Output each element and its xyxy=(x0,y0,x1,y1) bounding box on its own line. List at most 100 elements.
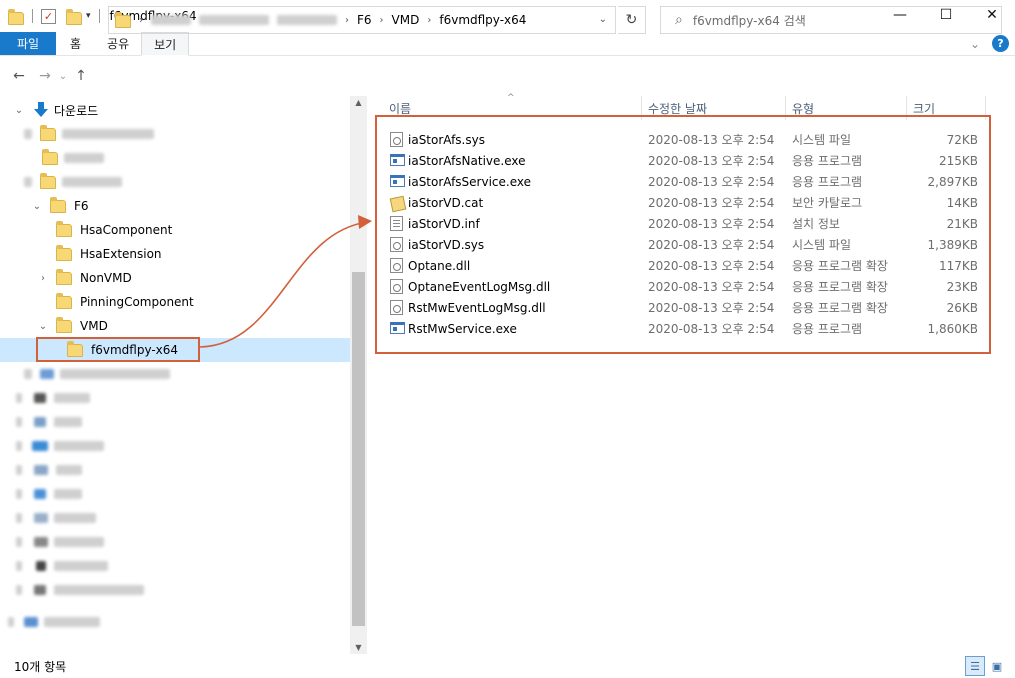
refresh-button[interactable]: ↻ xyxy=(618,6,646,34)
details-view-icon[interactable]: ☰ xyxy=(965,656,985,676)
blurred-chevron xyxy=(24,177,32,187)
address-bar[interactable]: › › F6 › VMD › f6vmdflpy-x64 ⌄ xyxy=(108,6,616,34)
search-placeholder: f6vmdflpy-x64 검색 xyxy=(692,13,806,28)
blurred-chevron xyxy=(16,513,22,523)
navigation-pane: ⌄ 다운로드 ⌄ F6 HsaComponent HsaExtension › … xyxy=(0,96,350,654)
search-input[interactable]: ⌕ f6vmdflpy-x64 검색 xyxy=(660,6,1002,34)
breadcrumb-f6[interactable]: F6 xyxy=(357,13,372,27)
item-count: 10개 항목 xyxy=(14,659,67,674)
blurred-label xyxy=(54,393,90,403)
breadcrumb-current[interactable]: f6vmdflpy-x64 xyxy=(439,13,526,27)
folder-icon xyxy=(42,148,58,165)
tree-item-vmd[interactable]: ⌄ VMD xyxy=(0,314,350,338)
chevron-down-icon[interactable]: ⌄ xyxy=(599,14,607,25)
scroll-up-icon[interactable]: ▲ xyxy=(350,98,367,107)
quick-access-toolbar: ✓ ▾ xyxy=(0,8,104,25)
tree-item-blurred[interactable] xyxy=(0,434,350,458)
chevron-down-icon[interactable]: ⌄ xyxy=(30,201,44,212)
blurred-crumb xyxy=(277,15,337,25)
blurred-crumb xyxy=(199,15,269,25)
folder-icon xyxy=(8,8,24,25)
search-icon: ⌕ xyxy=(675,12,683,28)
tree-item-blurred[interactable] xyxy=(0,458,350,482)
tree-item-blurred[interactable] xyxy=(0,578,350,602)
blurred-icon xyxy=(34,393,46,403)
recent-locations-button[interactable]: ⌄ xyxy=(56,71,70,82)
breadcrumb-separator[interactable]: › xyxy=(427,15,431,26)
navigation-bar: ← → ⌄ ↑ xyxy=(0,56,1015,96)
blurred-icon xyxy=(36,561,46,571)
tree-item-blurred[interactable] xyxy=(0,410,350,434)
blurred-label xyxy=(54,489,82,499)
forward-button[interactable]: → xyxy=(34,68,56,84)
tree-item-blurred[interactable] xyxy=(0,386,350,410)
tree-item-blurred[interactable] xyxy=(0,362,350,386)
tab-share[interactable]: 공유 xyxy=(95,32,141,55)
back-button[interactable]: ← xyxy=(8,68,30,84)
blurred-icon xyxy=(34,417,46,427)
blurred-chevron xyxy=(16,465,22,475)
blurred-chevron xyxy=(24,369,32,379)
folder-icon xyxy=(56,268,72,285)
tree-item-pinningcomponent[interactable]: PinningComponent xyxy=(0,290,350,314)
tree-label: HsaExtension xyxy=(80,247,162,261)
blurred-label xyxy=(54,513,96,523)
tab-view[interactable]: 보기 xyxy=(141,32,190,56)
blurred-label xyxy=(54,417,82,427)
folder-icon xyxy=(56,244,72,261)
tree-label: HsaComponent xyxy=(80,223,173,237)
blurred-icon xyxy=(24,617,38,627)
navigation-scrollbar[interactable]: ▲ ▼ xyxy=(350,96,367,654)
blurred-label xyxy=(64,153,104,163)
chevron-down-icon[interactable]: ⌄ xyxy=(12,105,26,116)
blurred-icon xyxy=(34,537,48,547)
chevron-right-icon[interactable]: › xyxy=(36,273,50,284)
folder-icon xyxy=(40,124,56,141)
chevron-down-icon[interactable]: ⌄ xyxy=(36,321,50,332)
tree-item-f6[interactable]: ⌄ F6 xyxy=(0,194,350,218)
tab-file[interactable]: 파일 xyxy=(0,32,56,55)
tree-label: PinningComponent xyxy=(80,295,194,309)
properties-icon[interactable]: ✓ xyxy=(41,8,56,24)
blurred-label xyxy=(54,441,104,451)
tree-item-blurred[interactable] xyxy=(0,170,350,194)
breadcrumb-vmd[interactable]: VMD xyxy=(392,13,420,27)
blurred-label xyxy=(56,465,82,475)
customize-quick-access-icon[interactable]: ▾ xyxy=(86,11,91,21)
tree-item-blurred[interactable] xyxy=(0,482,350,506)
blurred-icon xyxy=(34,465,48,475)
large-icons-view-icon[interactable]: ▣ xyxy=(987,656,1007,676)
tree-item-blurred[interactable] xyxy=(0,146,350,170)
annotation-box-folder xyxy=(36,337,200,362)
tab-home[interactable]: 홈 xyxy=(56,32,95,55)
blurred-icon xyxy=(32,441,48,451)
blurred-chevron xyxy=(16,441,22,451)
tree-item-hsacomponent[interactable]: HsaComponent xyxy=(0,218,350,242)
folder-icon xyxy=(56,316,72,333)
tree-item-blurred[interactable] xyxy=(0,554,350,578)
tree-item-blurred[interactable] xyxy=(0,122,350,146)
help-icon[interactable]: ? xyxy=(992,35,1009,52)
blurred-chevron xyxy=(16,489,22,499)
scroll-down-icon[interactable]: ▼ xyxy=(350,643,367,652)
up-button[interactable]: ↑ xyxy=(70,68,92,84)
scrollbar-thumb[interactable] xyxy=(352,272,365,626)
tree-item-blurred[interactable] xyxy=(0,506,350,530)
blurred-chevron xyxy=(16,561,22,571)
new-folder-icon[interactable] xyxy=(66,8,82,25)
blurred-icon xyxy=(34,513,48,523)
tree-item-blurred[interactable] xyxy=(0,530,350,554)
tree-item-downloads[interactable]: ⌄ 다운로드 xyxy=(0,98,350,122)
status-bar: 10개 항목 xyxy=(0,654,1015,678)
blurred-label xyxy=(54,561,108,571)
tree-item-nonvmd[interactable]: › NonVMD xyxy=(0,266,350,290)
folder-icon xyxy=(56,292,72,309)
tree-label: 다운로드 xyxy=(54,103,99,118)
breadcrumb-separator: › xyxy=(139,14,143,26)
blurred-chevron xyxy=(8,617,14,627)
expand-ribbon-icon[interactable]: ⌄ xyxy=(970,37,980,51)
tree-item-blurred[interactable] xyxy=(0,610,350,634)
sort-ascending-icon: ^ xyxy=(507,93,515,103)
tree-item-hsaextension[interactable]: HsaExtension xyxy=(0,242,350,266)
breadcrumb-separator[interactable]: › xyxy=(380,15,384,26)
